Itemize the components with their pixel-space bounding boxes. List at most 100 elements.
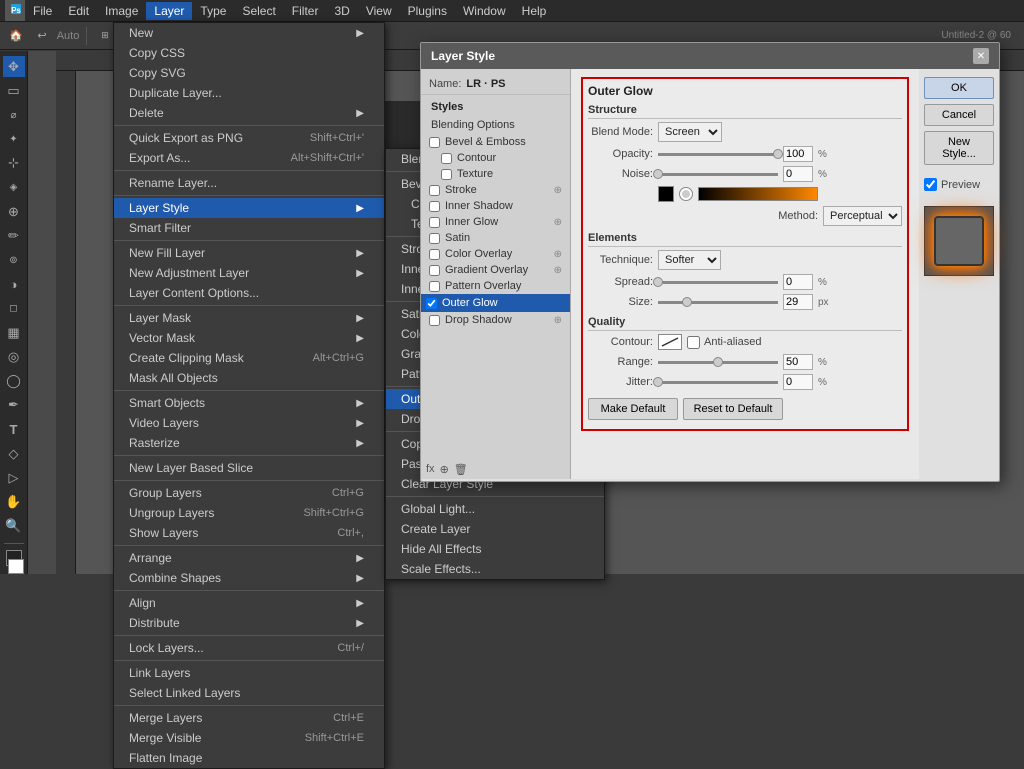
spread-input[interactable] [783, 274, 813, 290]
noise-slider[interactable] [658, 173, 778, 176]
menu-item-flatten[interactable]: Flatten Image [114, 748, 384, 768]
technique-select[interactable]: Softer Precise [658, 250, 721, 270]
opacity-input[interactable] [783, 146, 813, 162]
menu-3d[interactable]: 3D [326, 2, 357, 20]
tool-magic[interactable]: ✦ [3, 129, 25, 150]
menu-item-create-clipping[interactable]: Create Clipping Mask Alt+Ctrl+G [114, 348, 384, 368]
menu-item-copy-css[interactable]: Copy CSS [114, 43, 384, 63]
tool-heal[interactable]: ⊕ [3, 201, 25, 222]
menu-item-new-fill[interactable]: New Fill Layer ▶ [114, 243, 384, 263]
tool-blur[interactable]: ◎ [3, 346, 25, 367]
texture-label[interactable]: Texture [457, 168, 493, 180]
tool-dodge[interactable]: ◯ [3, 371, 25, 392]
anti-aliased-checkbox[interactable] [687, 336, 700, 349]
tool-history[interactable]: ◑ [3, 274, 25, 295]
new-style-button[interactable]: New Style... [924, 131, 994, 165]
contour-swatch[interactable] [658, 334, 682, 350]
menu-item-rasterize[interactable]: Rasterize ▶ [114, 433, 384, 453]
menu-item-duplicate[interactable]: Duplicate Layer... [114, 83, 384, 103]
menu-item-delete[interactable]: Delete ▶ [114, 103, 384, 123]
menu-item-layer-style[interactable]: Layer Style ▶ [114, 198, 384, 218]
texture-checkbox[interactable] [441, 169, 452, 180]
submenu-hide-effects[interactable]: Hide All Effects [386, 539, 604, 559]
menu-item-show-layers[interactable]: Show Layers Ctrl+, [114, 523, 384, 543]
outer-glow-checkbox[interactable] [426, 298, 437, 309]
jitter-slider[interactable] [658, 381, 778, 384]
style-item-blending[interactable]: Blending Options [421, 116, 570, 134]
menu-item-new-adj[interactable]: New Adjustment Layer ▶ [114, 263, 384, 283]
submenu-global-light[interactable]: Global Light... [386, 499, 604, 519]
drop-shadow-checkbox[interactable] [429, 315, 440, 326]
menu-item-smart-filter[interactable]: Smart Filter [114, 218, 384, 238]
blend-mode-select[interactable]: Screen Normal Multiply [658, 122, 722, 142]
menu-item-new-slice[interactable]: New Layer Based Slice [114, 458, 384, 478]
menu-item-layer-mask[interactable]: Layer Mask ▶ [114, 308, 384, 328]
menu-help[interactable]: Help [514, 2, 555, 20]
bevel-label[interactable]: Bevel & Emboss [445, 136, 526, 148]
menu-edit[interactable]: Edit [60, 2, 97, 20]
tool-path[interactable]: ◇ [3, 443, 25, 464]
toolbar-home[interactable]: 🏠 [5, 25, 27, 47]
menu-ps[interactable]: Ps [5, 0, 25, 21]
menu-item-merge-visible[interactable]: Merge Visible Shift+Ctrl+E [114, 728, 384, 748]
range-slider[interactable] [658, 361, 778, 364]
stroke-checkbox[interactable] [429, 185, 440, 196]
add-icon[interactable]: ⊕ [440, 463, 449, 476]
menu-plugins[interactable]: Plugins [400, 2, 455, 20]
menu-image[interactable]: Image [97, 2, 146, 20]
stroke-label[interactable]: Stroke [445, 184, 477, 196]
method-select[interactable]: Perceptual Linear Relative [823, 206, 902, 226]
gradient-bar[interactable] [698, 187, 818, 201]
size-slider[interactable] [658, 301, 778, 304]
tool-clone[interactable]: ⊚ [3, 250, 25, 271]
noise-input[interactable] [783, 166, 813, 182]
menu-item-combine[interactable]: Combine Shapes ▶ [114, 568, 384, 588]
satin-checkbox[interactable] [429, 233, 440, 244]
menu-select[interactable]: Select [234, 2, 283, 20]
contour-checkbox[interactable] [441, 153, 452, 164]
menu-item-vector-mask[interactable]: Vector Mask ▶ [114, 328, 384, 348]
toolbar-undo[interactable]: ↩ [31, 25, 53, 47]
tool-text[interactable]: T [3, 419, 25, 440]
menu-item-export-as[interactable]: Export As... Alt+Shift+Ctrl+' [114, 148, 384, 168]
menu-window[interactable]: Window [455, 2, 514, 20]
style-item-styles[interactable]: Styles [421, 98, 570, 116]
trash-icon[interactable]: 🗑 [454, 463, 468, 476]
tool-brush[interactable]: ✏ [3, 225, 25, 246]
size-input[interactable] [783, 294, 813, 310]
opacity-slider[interactable] [658, 153, 778, 156]
tool-move[interactable]: ✥ [3, 56, 25, 77]
menu-item-ungroup-layers[interactable]: Ungroup Layers Shift+Ctrl+G [114, 503, 384, 523]
tool-marquee[interactable]: ▭ [3, 80, 25, 101]
pattern-overlay-checkbox[interactable] [429, 281, 440, 292]
background-color[interactable] [8, 559, 24, 575]
pattern-overlay-label[interactable]: Pattern Overlay [445, 280, 521, 292]
ok-button[interactable]: OK [924, 77, 994, 99]
menu-file[interactable]: File [25, 2, 60, 20]
menu-item-arrange[interactable]: Arrange ▶ [114, 548, 384, 568]
style-item-outer-glow[interactable]: Outer Glow [421, 294, 570, 312]
gradient-type-btn[interactable] [679, 187, 693, 201]
bevel-checkbox[interactable] [429, 137, 440, 148]
menu-item-quick-export[interactable]: Quick Export as PNG Shift+Ctrl+' [114, 128, 384, 148]
drop-shadow-label[interactable]: Drop Shadow [445, 314, 512, 326]
spread-slider[interactable] [658, 281, 778, 284]
menu-layer[interactable]: Layer [146, 2, 192, 20]
gradient-overlay-label[interactable]: Gradient Overlay [445, 264, 528, 276]
preview-checkbox[interactable] [924, 178, 937, 191]
toolbar-redo[interactable]: Auto [57, 25, 79, 47]
inner-glow-checkbox[interactable] [429, 217, 440, 228]
menu-item-select-linked[interactable]: Select Linked Layers [114, 683, 384, 703]
menu-item-layer-content[interactable]: Layer Content Options... [114, 283, 384, 303]
menu-item-mask-all[interactable]: Mask All Objects [114, 368, 384, 388]
menu-item-merge-layers[interactable]: Merge Layers Ctrl+E [114, 708, 384, 728]
menu-type[interactable]: Type [192, 2, 234, 20]
tool-eyedropper[interactable]: ◈ [3, 177, 25, 198]
tool-zoom[interactable]: 🔍 [3, 516, 25, 537]
reset-default-button[interactable]: Reset to Default [683, 398, 783, 420]
satin-label[interactable]: Satin [445, 232, 470, 244]
black-swatch[interactable] [658, 186, 674, 202]
menu-filter[interactable]: Filter [284, 2, 327, 20]
menu-item-group-layers[interactable]: Group Layers Ctrl+G [114, 483, 384, 503]
jitter-input[interactable] [783, 374, 813, 390]
